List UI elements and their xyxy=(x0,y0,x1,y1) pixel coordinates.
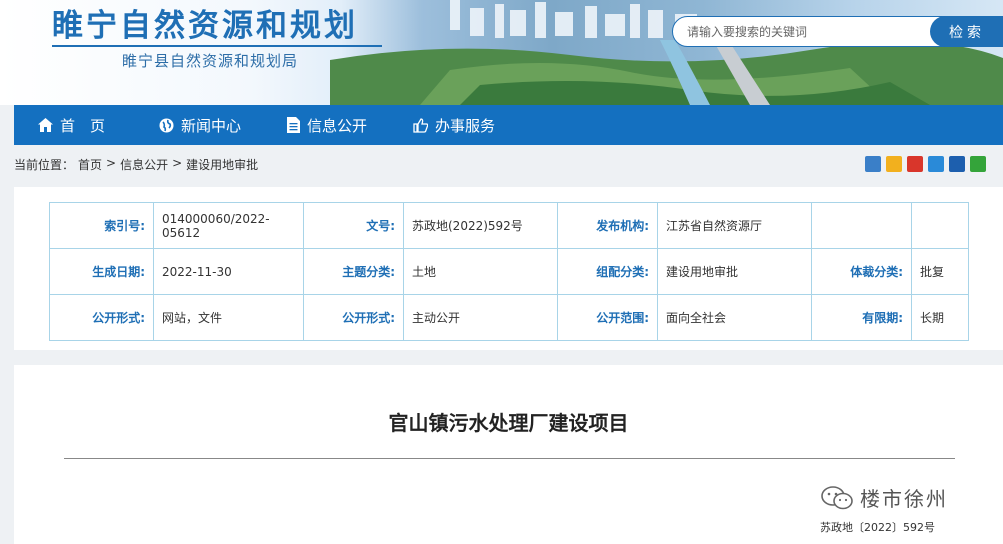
breadcrumb-bar: 当前位置： 首页 > 信息公开 > 建设用地审批 xyxy=(14,145,1003,183)
breadcrumb-current[interactable]: 建设用地审批 xyxy=(186,156,258,173)
nav-item-home[interactable]: 首 页 xyxy=(14,105,135,145)
meta-label: 公开形式: xyxy=(49,294,154,341)
meta-label: 文号: xyxy=(303,202,404,249)
meta-value: 江苏省自然资源厅 xyxy=(657,202,812,249)
nav-label: 首 页 xyxy=(60,116,106,135)
meta-value: 土地 xyxy=(403,248,558,295)
home-icon xyxy=(38,118,53,132)
plus-share-icon[interactable] xyxy=(865,156,881,172)
nav-label: 办事服务 xyxy=(435,116,496,135)
table-row: 生成日期: 2022-11-30 主题分类: 土地 组配分类: 建设用地审批 体… xyxy=(49,248,969,295)
renren-share-icon[interactable] xyxy=(949,156,965,172)
share-bar xyxy=(865,156,986,172)
breadcrumb: 当前位置： 首页 > 信息公开 > 建设用地审批 xyxy=(14,156,258,173)
search-input[interactable] xyxy=(687,17,927,46)
meta-label: 生成日期: xyxy=(49,248,154,295)
site-subtitle: 睢宁县自然资源和规划局 xyxy=(122,52,299,70)
meta-label: 公开形式: xyxy=(303,294,404,341)
meta-label: 公开范围: xyxy=(557,294,658,341)
meta-label: 主题分类: xyxy=(303,248,404,295)
meta-label: 体裁分类: xyxy=(811,248,912,295)
meta-value: 批复 xyxy=(911,248,969,295)
nav-item-news[interactable]: 新闻中心 xyxy=(135,105,263,145)
globe-icon xyxy=(159,118,174,132)
meta-value: 主动公开 xyxy=(403,294,558,341)
thumbs-up-icon xyxy=(413,117,429,133)
article-panel: 官山镇污水处理厂建设项目 楼市徐州 苏政地〔2022〕592号 xyxy=(14,365,1003,544)
meta-label xyxy=(811,202,912,249)
watermark-text: 楼市徐州 xyxy=(860,487,948,511)
nav-label: 新闻中心 xyxy=(181,116,242,135)
wechat-share-icon[interactable] xyxy=(970,156,986,172)
search-button[interactable]: 检索 xyxy=(930,16,1003,47)
title-underline xyxy=(52,45,382,47)
article-title: 官山镇污水处理厂建设项目 xyxy=(388,411,629,435)
wechat-icon xyxy=(821,485,853,509)
nav-item-services[interactable]: 办事服务 xyxy=(389,105,517,145)
nav-item-info[interactable]: 信息公开 xyxy=(263,105,389,145)
main-nav: 首 页 新闻中心 信息公开 办事服务 xyxy=(14,105,1003,145)
breadcrumb-home[interactable]: 首页 xyxy=(78,156,102,173)
document-icon xyxy=(287,117,301,133)
watermark: 楼市徐州 xyxy=(820,483,948,512)
document-number: 苏政地〔2022〕592号 xyxy=(820,521,935,534)
table-row: 公开形式: 网站，文件 公开形式: 主动公开 公开范围: 面向全社会 有限期: … xyxy=(49,294,969,341)
meta-value: 2022-11-30 xyxy=(153,248,304,295)
meta-label: 组配分类: xyxy=(557,248,658,295)
meta-label: 索引号: xyxy=(49,202,154,249)
meta-value xyxy=(911,202,969,249)
table-row: 索引号: 014000060/2022-05612 文号: 苏政地(2022)5… xyxy=(49,202,969,249)
tencent-share-icon[interactable] xyxy=(928,156,944,172)
meta-value: 014000060/2022-05612 xyxy=(153,202,304,249)
meta-label: 有限期: xyxy=(811,294,912,341)
breadcrumb-info[interactable]: 信息公开 xyxy=(120,156,168,173)
breadcrumb-sep: > xyxy=(172,156,183,170)
metadata-table: 索引号: 014000060/2022-05612 文号: 苏政地(2022)5… xyxy=(49,202,969,341)
breadcrumb-sep: > xyxy=(106,156,117,170)
meta-label: 发布机构: xyxy=(557,202,658,249)
weibo-share-icon[interactable] xyxy=(907,156,923,172)
meta-value: 建设用地审批 xyxy=(657,248,812,295)
qzone-share-icon[interactable] xyxy=(886,156,902,172)
meta-value: 长期 xyxy=(911,294,969,341)
meta-value: 网站，文件 xyxy=(153,294,304,341)
meta-value: 面向全社会 xyxy=(657,294,812,341)
meta-value: 苏政地(2022)592号 xyxy=(403,202,558,249)
metadata-panel: 索引号: 014000060/2022-05612 文号: 苏政地(2022)5… xyxy=(14,187,1003,350)
article-divider xyxy=(64,458,955,459)
breadcrumb-prefix: 当前位置： xyxy=(14,158,75,172)
nav-label: 信息公开 xyxy=(307,116,368,135)
site-title: 睢宁自然资源和规划 xyxy=(52,8,358,44)
